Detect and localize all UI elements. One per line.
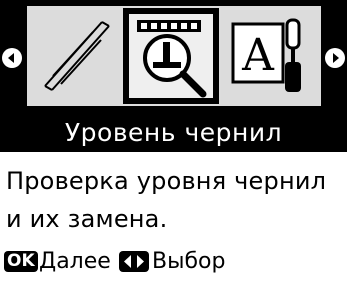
cleaning-icon[interactable]	[27, 6, 127, 106]
svg-text:A: A	[241, 30, 275, 81]
description-line-2: и их замена.	[6, 205, 168, 233]
ok-hint-label: Далее	[39, 249, 111, 274]
select-hint-label: Выбор	[152, 249, 226, 274]
menu-title: Уровень чернил	[0, 114, 347, 152]
ink-level-icon[interactable]	[121, 6, 221, 106]
icon-carousel: A	[0, 0, 347, 114]
ok-button-icon: OK	[4, 251, 38, 272]
left-right-arrows-icon	[119, 251, 149, 272]
button-hints: OK Далее Выбор	[0, 242, 347, 281]
menu-description: Проверка уровня чернил и их замена.	[0, 152, 347, 242]
scroll-right-arrow[interactable]	[325, 48, 345, 68]
scroll-left-arrow[interactable]	[2, 48, 22, 68]
print-setup-icon[interactable]: A	[221, 6, 321, 106]
description-line-1: Проверка уровня чернил	[6, 167, 327, 195]
